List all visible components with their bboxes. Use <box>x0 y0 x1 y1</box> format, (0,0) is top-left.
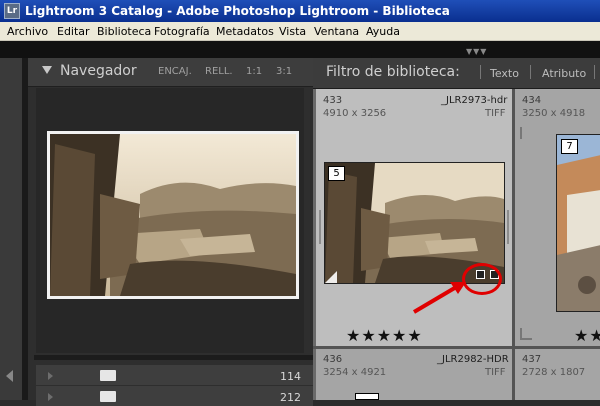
title-bar: Lr Lightroom 3 Catalog - Adobe Photoshop… <box>0 0 600 22</box>
collapse-left-arrow-icon[interactable] <box>6 370 13 382</box>
cell-index: 433 <box>323 95 343 106</box>
menu-archivo[interactable]: Archivo <box>7 25 48 38</box>
folder-expand-triangle-icon[interactable] <box>48 372 53 380</box>
menu-vista[interactable]: Vista <box>279 25 306 38</box>
left-panel-edge <box>0 58 22 400</box>
cell-filetype: TIFF <box>485 367 506 378</box>
cell-filename: _JLR2982-HDR <box>437 354 509 365</box>
stack-count-badge-partial[interactable] <box>355 393 379 400</box>
filter-divider <box>594 65 595 79</box>
star-rating[interactable]: ★★ <box>574 326 600 345</box>
nav-option-rell[interactable]: RELL. <box>205 66 233 77</box>
folder-icon <box>100 391 116 402</box>
menu-ventana[interactable]: Ventana <box>314 25 359 38</box>
photo-thumbnail[interactable] <box>556 134 600 312</box>
folder-row[interactable] <box>36 365 313 385</box>
cell-filename: _JLR2973-hdr <box>441 95 508 106</box>
module-header-strip <box>0 41 600 58</box>
nav-option-3-1[interactable]: 3:1 <box>276 66 292 77</box>
cell-index: 434 <box>522 95 542 106</box>
cell-dimensions: 3254 x 4921 <box>323 367 387 378</box>
menu-metadatos[interactable]: Metadatos <box>216 25 274 38</box>
nav-option-encaj[interactable]: ENCAJ. <box>158 66 192 77</box>
filter-divider <box>530 65 531 79</box>
navigator-collapse-triangle-icon[interactable] <box>42 66 52 74</box>
menu-biblioteca[interactable]: Biblioteca <box>97 25 151 38</box>
panel-separator <box>34 355 313 360</box>
cell-index: 436 <box>323 354 343 365</box>
navigator-preview-image[interactable] <box>47 131 299 299</box>
menu-bar: Archivo Editar Biblioteca Fotografía Met… <box>0 22 600 41</box>
filter-option-texto[interactable]: Texto <box>490 67 519 80</box>
annotation-red-arrow-icon <box>412 282 466 314</box>
cell-filetype: TIFF <box>485 108 506 119</box>
sepia-village-photo <box>50 134 296 296</box>
metadata-arrow-icon[interactable] <box>520 328 532 340</box>
cell-index: 437 <box>522 354 542 365</box>
flag-icon[interactable] <box>520 127 532 139</box>
star-rating[interactable]: ★★★★★ <box>346 326 423 345</box>
navigator-title: Navegador <box>60 63 137 79</box>
cell-side-handle <box>319 210 321 244</box>
color-street-thumb <box>557 135 600 311</box>
library-filter-title: Filtro de biblioteca: <box>326 64 460 80</box>
folder-icon <box>100 370 116 381</box>
filter-divider <box>480 65 481 79</box>
folder-photo-count: 114 <box>280 370 301 383</box>
folder-photo-count: 212 <box>280 391 301 404</box>
stack-count-badge[interactable]: 7 <box>561 139 578 154</box>
cell-dimensions: 4910 x 3256 <box>323 108 387 119</box>
filter-option-atributo[interactable]: Atributo <box>542 67 586 80</box>
window-title: Lightroom 3 Catalog - Adobe Photoshop Li… <box>25 4 450 18</box>
cell-dimensions: 3250 x 4918 <box>522 108 586 119</box>
menu-fotografia[interactable]: Fotografía <box>154 25 210 38</box>
cell-dimensions: 2728 x 1807 <box>522 367 586 378</box>
stack-count-badge[interactable]: 5 <box>328 166 345 181</box>
nav-option-1-1[interactable]: 1:1 <box>246 66 262 77</box>
menu-ayuda[interactable]: Ayuda <box>366 25 400 38</box>
cell-side-handle <box>507 210 509 244</box>
menu-editar[interactable]: Editar <box>57 25 90 38</box>
lightroom-app-icon[interactable]: Lr <box>4 3 20 19</box>
folder-row[interactable] <box>36 386 313 406</box>
panel-grip-icon[interactable]: ▼▼▼ <box>466 47 487 56</box>
